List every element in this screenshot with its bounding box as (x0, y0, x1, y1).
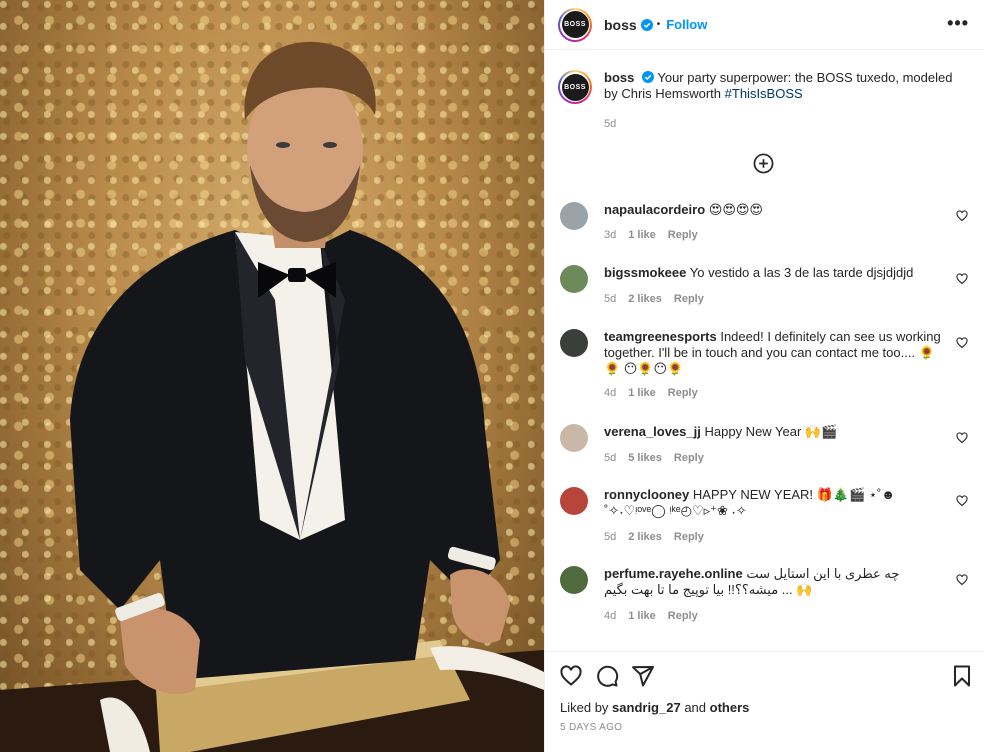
commenter-avatar[interactable] (560, 424, 588, 452)
save-bookmark-icon[interactable] (950, 664, 974, 688)
verified-badge-icon (641, 71, 654, 83)
commenter-avatar[interactable] (560, 202, 588, 230)
follow-button[interactable]: Follow (666, 17, 707, 32)
comment-text: verena_loves_jj Happy New Year 🙌🎬 (604, 424, 944, 440)
commenter-username[interactable]: verena_loves_jj (604, 424, 701, 439)
liked-by-prefix: Liked by (560, 700, 609, 715)
heart-icon[interactable] (956, 495, 968, 507)
commenter-username[interactable]: perfume.rayehe.online (604, 566, 743, 581)
post-actions: Liked by sandrig_27 and others 5 DAYS AG… (545, 651, 984, 752)
comment-time[interactable]: 5d (604, 293, 616, 305)
post-timestamp[interactable]: 5 DAYS AGO (560, 722, 622, 733)
comment-text: perfume.rayehe.online چه عطری با این است… (604, 566, 944, 598)
commenter-username[interactable]: ronnyclooney (604, 487, 689, 502)
author-avatar[interactable]: BOSS (558, 7, 592, 42)
author-username[interactable]: boss (604, 17, 637, 33)
caption-avatar[interactable]: BOSS (558, 70, 592, 104)
verified-badge-icon (640, 18, 653, 31)
heart-icon[interactable] (956, 432, 968, 444)
comment-meta: 4d 1 like Reply (604, 610, 698, 622)
caption-username[interactable]: boss (604, 70, 634, 85)
boss-logo-small: BOSS (561, 73, 589, 101)
comment-time[interactable]: 3d (604, 229, 616, 241)
liked-by-others[interactable]: others (710, 700, 750, 715)
commenter-avatar[interactable] (560, 265, 588, 293)
comment-meta: 3d 1 like Reply (604, 229, 698, 241)
heart-icon[interactable] (956, 210, 968, 222)
post-image[interactable] (0, 0, 544, 752)
separator-dot: • (656, 19, 661, 30)
caption: BOSS boss Your party superpower: the BOS… (558, 70, 978, 104)
caption-hashtag[interactable]: #ThisIsBOSS (725, 86, 803, 101)
post-side-panel: BOSS boss • Follow ••• BOSS boss Your pa… (544, 0, 984, 752)
reply-button[interactable]: Reply (668, 387, 698, 399)
comment-text: bigssmokeee Yo vestido a las 3 de las ta… (604, 265, 944, 281)
comment-time[interactable]: 4d (604, 610, 616, 622)
commenter-avatar[interactable] (560, 566, 588, 594)
comment-body: 😍😍😍😍 (708, 202, 763, 217)
reply-button[interactable]: Reply (674, 531, 704, 543)
commenter-avatar[interactable] (560, 329, 588, 357)
liked-by-username[interactable]: sandrig_27 (612, 700, 681, 715)
tuxedo-man-illustration (0, 41, 544, 752)
comment-likes[interactable]: 1 like (628, 387, 656, 399)
caption-timestamp[interactable]: 5d (604, 118, 616, 130)
liked-by: Liked by sandrig_27 and others (560, 700, 749, 715)
commenter-username[interactable]: bigssmokeee (604, 265, 686, 280)
comment-text: teamgreenesports Indeed! I definitely ca… (604, 329, 944, 377)
comment-text: ronnyclooney HAPPY NEW YEAR! 🎁🎄🎬 ⋆˚☻˚✧˖♡… (604, 487, 944, 519)
load-more-comments-icon[interactable] (753, 153, 774, 174)
comment-likes[interactable]: 5 likes (628, 452, 662, 464)
comments-scroll-area[interactable]: BOSS boss Your party superpower: the BOS… (545, 51, 984, 651)
commenter-username[interactable]: teamgreenesports (604, 329, 717, 344)
post-header: BOSS boss • Follow ••• (545, 0, 984, 50)
instagram-post: BOSS boss • Follow ••• BOSS boss Your pa… (0, 0, 984, 752)
reply-button[interactable]: Reply (668, 610, 698, 622)
like-heart-icon[interactable] (559, 664, 583, 688)
comment-time[interactable]: 4d (604, 387, 616, 399)
reply-button[interactable]: Reply (668, 229, 698, 241)
reply-button[interactable]: Reply (674, 452, 704, 464)
comment-likes[interactable]: 2 likes (628, 293, 662, 305)
comment-icon[interactable] (595, 664, 619, 688)
comment-likes[interactable]: 1 like (628, 229, 656, 241)
commenter-username[interactable]: napaulacordeiro (604, 202, 705, 217)
comment-body: Happy New Year 🙌🎬 (704, 424, 838, 439)
comment-meta: 5d 5 likes Reply (604, 452, 704, 464)
caption-text: boss Your party superpower: the BOSS tux… (604, 70, 964, 104)
heart-icon[interactable] (956, 574, 968, 586)
heart-icon[interactable] (956, 337, 968, 349)
comment-meta: 5d 2 likes Reply (604, 531, 704, 543)
boss-logo: BOSS (561, 11, 589, 38)
comment-likes[interactable]: 2 likes (628, 531, 662, 543)
reply-button[interactable]: Reply (674, 293, 704, 305)
comment-likes[interactable]: 1 like (628, 610, 656, 622)
comment-time[interactable]: 5d (604, 452, 616, 464)
comment-body: Yo vestido a las 3 de las tarde djsjdjdj… (689, 265, 914, 280)
comment-time[interactable]: 5d (604, 531, 616, 543)
commenter-avatar[interactable] (560, 487, 588, 515)
comment-text: napaulacordeiro 😍😍😍😍 (604, 202, 944, 218)
comment-meta: 5d 2 likes Reply (604, 293, 704, 305)
share-icon[interactable] (631, 664, 655, 688)
more-options-icon[interactable]: ••• (947, 14, 969, 32)
liked-by-and: and (684, 700, 707, 715)
heart-icon[interactable] (956, 273, 968, 285)
comment-meta: 4d 1 like Reply (604, 387, 698, 399)
